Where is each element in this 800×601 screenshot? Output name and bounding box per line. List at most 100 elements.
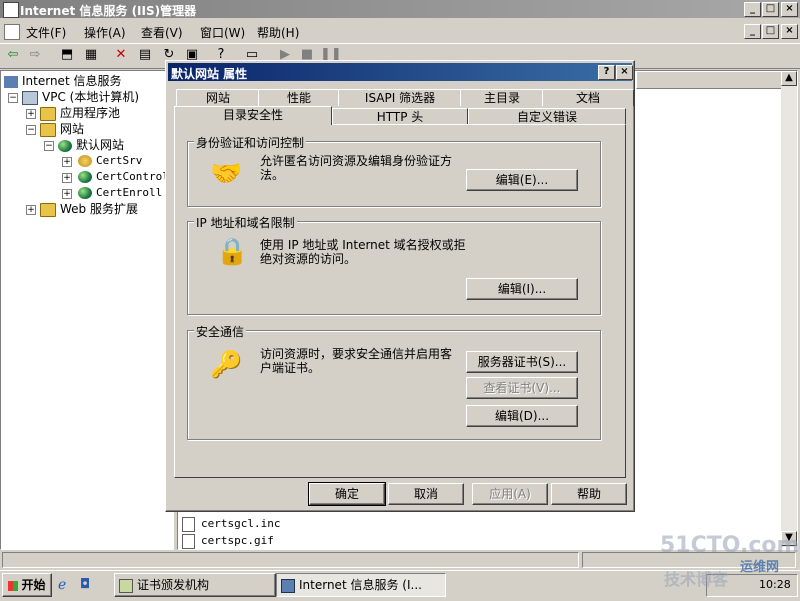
- app-title-bar: Internet 信息服务 (IIS)管理器 _ □ ×: [0, 0, 800, 18]
- server-cert-button[interactable]: 服务器证书(S)...: [466, 351, 578, 373]
- dialog-help-button[interactable]: ?: [598, 65, 615, 80]
- minimize-button[interactable]: _: [744, 2, 761, 17]
- secure-description: 访问资源时，要求安全通信并启用客户端证书。: [260, 347, 453, 375]
- globe-icon: [78, 187, 92, 199]
- scroll-up-button[interactable]: ▲: [781, 71, 797, 86]
- expand-certcontrol[interactable]: +: [62, 173, 72, 183]
- cert-icon: [119, 578, 133, 593]
- menu-bar: 文件(F) 操作(A) 查看(V) 窗口(W) 帮助(H) _ □ ×: [0, 22, 800, 40]
- lock-icon: 🔒: [216, 237, 249, 267]
- windows-logo-icon: [8, 580, 19, 591]
- close-button[interactable]: ×: [781, 2, 798, 17]
- properties-icon[interactable]: ▤: [136, 46, 154, 64]
- menu-file[interactable]: 文件(F): [26, 24, 66, 41]
- expand-websites[interactable]: −: [26, 125, 36, 135]
- menu-view[interactable]: 查看(V): [141, 24, 183, 41]
- ip-edit-button[interactable]: 编辑(I)...: [466, 278, 578, 300]
- auth-group-label: 身份验证和访问控制: [194, 134, 307, 151]
- computer-icon: [22, 90, 38, 105]
- app-title: Internet 信息服务 (IIS)管理器: [20, 4, 197, 18]
- tree-websites[interactable]: 网站: [40, 121, 84, 137]
- watermark-yunwei: 运维网: [740, 560, 780, 575]
- auth-group: 身份验证和访问控制 🤝 允许匿名访问资源及编辑身份验证方法。 编辑(E)...: [187, 134, 601, 207]
- iis-icon: [281, 578, 295, 593]
- mdi-minimize-button[interactable]: _: [744, 24, 761, 39]
- file-row[interactable]: certspc.gif: [182, 533, 274, 549]
- expand-web-ext[interactable]: +: [26, 205, 36, 215]
- clock[interactable]: 10:28: [759, 578, 791, 591]
- mdi-close-button[interactable]: ×: [781, 24, 798, 39]
- globe-icon: [78, 171, 92, 183]
- tab-documents[interactable]: 文档: [542, 89, 634, 106]
- secure-edit-button[interactable]: 编辑(D)...: [466, 405, 578, 427]
- expand-computer[interactable]: −: [8, 93, 18, 103]
- tab-http-headers[interactable]: HTTP 头: [332, 108, 468, 125]
- watermark-51cto: 51CTO.com: [660, 533, 800, 558]
- tab-directory-security[interactable]: 目录安全性: [174, 106, 332, 125]
- tab-performance[interactable]: 性能: [258, 89, 340, 106]
- iis-icon: [4, 75, 18, 88]
- file-icon: [182, 516, 195, 532]
- app-icon: [3, 2, 19, 18]
- globe-icon: [78, 155, 92, 167]
- tree-default-site[interactable]: 默认网站: [58, 137, 124, 153]
- dialog-title: 默认网站 属性: [171, 67, 248, 81]
- tab-page: 身份验证和访问控制 🤝 允许匿名访问资源及编辑身份验证方法。 编辑(E)... …: [174, 124, 626, 478]
- file-icon: [182, 533, 195, 549]
- file-row[interactable]: certsgcl.inc: [182, 516, 280, 532]
- cancel-button[interactable]: 取消: [388, 483, 464, 505]
- tab-website[interactable]: 网站: [176, 89, 260, 106]
- ok-button[interactable]: 确定: [308, 482, 386, 506]
- expand-certsrv[interactable]: +: [62, 157, 72, 167]
- dialog-close-button[interactable]: ×: [616, 65, 633, 80]
- tab-home-directory[interactable]: 主目录: [460, 89, 544, 106]
- up-folder-icon[interactable]: ⬒: [58, 46, 76, 64]
- mdi-restore-button[interactable]: □: [762, 24, 779, 39]
- apply-button[interactable]: 应用(A): [472, 483, 548, 505]
- show-tree-icon[interactable]: ▦: [82, 46, 100, 64]
- ie-icon[interactable]: ℯ: [58, 577, 66, 593]
- forward-icon[interactable]: ⇨: [26, 46, 44, 64]
- delete-icon[interactable]: ✕: [112, 46, 130, 64]
- tree-computer[interactable]: VPC (本地计算机): [22, 89, 139, 105]
- folder-icon: [40, 122, 56, 137]
- tree-app-pools[interactable]: 应用程序池: [40, 105, 120, 121]
- expand-default-site[interactable]: −: [44, 141, 54, 151]
- secure-group: 安全通信 🔑 访问资源时，要求安全通信并启用客户端证书。 服务器证书(S)...…: [187, 323, 601, 440]
- dialog-title-bar[interactable]: 默认网站 属性 ? ×: [168, 63, 633, 81]
- tree-certcontrol[interactable]: CertControl: [78, 169, 169, 185]
- tab-custom-errors[interactable]: 自定义错误: [468, 108, 626, 125]
- globe-icon: [58, 139, 72, 152]
- tree-root[interactable]: Internet 信息服务: [4, 73, 121, 89]
- task-cert-authority[interactable]: 证书颁发机构: [114, 573, 276, 597]
- back-icon[interactable]: ⇦: [4, 46, 22, 64]
- help-button[interactable]: 帮助: [551, 483, 627, 505]
- folder-icon: [40, 202, 56, 217]
- watermark-blog: 技术博客: [664, 570, 729, 589]
- tab-isapi-filters[interactable]: ISAPI 筛选器: [338, 89, 462, 106]
- auth-description: 允许匿名访问资源及编辑身份验证方法。: [260, 154, 453, 182]
- menu-window[interactable]: 窗口(W): [200, 24, 245, 41]
- folder-icon: [40, 106, 56, 121]
- column-header[interactable]: [636, 71, 783, 89]
- auth-edit-button[interactable]: 编辑(E)...: [466, 169, 578, 191]
- ip-group: IP 地址和域名限制 🔒 使用 IP 地址或 Internet 域名授权或拒绝对…: [187, 214, 601, 315]
- handshake-icon: 🤝: [210, 159, 243, 189]
- start-button[interactable]: 开始: [2, 573, 52, 597]
- expand-app-pools[interactable]: +: [26, 109, 36, 119]
- tree-web-ext[interactable]: Web 服务扩展: [40, 201, 138, 217]
- maximize-button[interactable]: □: [762, 2, 779, 17]
- explorer-icon[interactable]: ◘: [80, 577, 90, 592]
- tree-certsrv[interactable]: CertSrv: [78, 153, 142, 169]
- vertical-scrollbar[interactable]: ▲ ▼: [781, 71, 797, 547]
- expand-certenroll[interactable]: +: [62, 189, 72, 199]
- view-cert-button[interactable]: 查看证书(V)...: [466, 377, 578, 399]
- tree-certenroll[interactable]: CertEnroll: [78, 185, 162, 201]
- key-icon: 🔑: [210, 350, 243, 380]
- properties-dialog[interactable]: 默认网站 属性 ? × 网站 性能 ISAPI 筛选器 主目录 文档 目录安全性…: [165, 60, 635, 512]
- menu-action[interactable]: 操作(A): [84, 24, 126, 41]
- secure-group-label: 安全通信: [194, 323, 247, 340]
- menu-help[interactable]: 帮助(H): [257, 24, 299, 41]
- task-iis-manager[interactable]: Internet 信息服务 (I...: [276, 573, 446, 597]
- ip-description: 使用 IP 地址或 Internet 域名授权或拒绝对资源的访问。: [260, 238, 466, 266]
